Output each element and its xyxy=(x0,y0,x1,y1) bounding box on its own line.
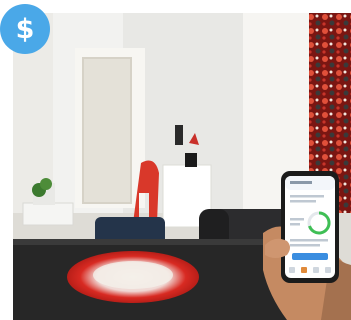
room-photo xyxy=(13,13,351,320)
room-photo-illustration xyxy=(13,13,351,320)
smartphone-mockup xyxy=(281,171,339,283)
price-badge: $ xyxy=(0,4,50,54)
dollar-sign-icon: $ xyxy=(15,13,35,45)
